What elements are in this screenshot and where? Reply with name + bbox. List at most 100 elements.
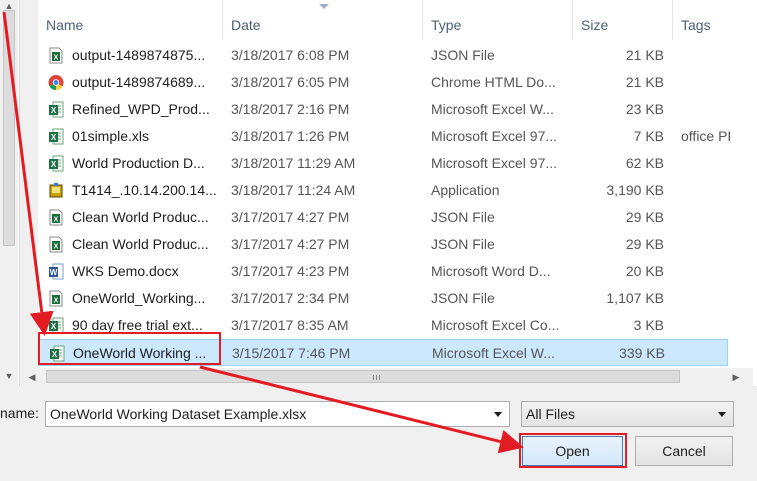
file-date-cell: 3/17/2017 4:23 PM xyxy=(231,263,350,279)
file-tags-cell: office PI xyxy=(681,128,731,144)
file-name-cell: T1414_.10.14.200.14... xyxy=(72,182,217,198)
svg-text:X: X xyxy=(51,160,57,169)
file-date-cell: 3/18/2017 6:05 PM xyxy=(231,74,350,90)
file-date-cell: 3/18/2017 11:24 AM xyxy=(231,182,356,198)
file-size-cell: 3,190 KB xyxy=(606,182,664,198)
chevron-down-icon[interactable] xyxy=(711,402,733,426)
file-row[interactable]: T1414_.10.14.200.14... 3/18/2017 11:24 AM… xyxy=(38,177,728,204)
json-file-icon: X xyxy=(49,236,63,253)
file-type-filter-select[interactable]: All Files xyxy=(521,401,734,427)
file-date-cell: 3/18/2017 1:26 PM xyxy=(231,128,350,144)
file-date-cell: 3/17/2017 4:27 PM xyxy=(231,209,350,225)
scroll-right-arrow-icon[interactable]: ▶ xyxy=(730,371,742,383)
file-size-cell: 7 KB xyxy=(633,128,664,144)
svg-text:X: X xyxy=(54,298,59,305)
file-type-cell: JSON File xyxy=(431,47,495,63)
excel-97-file-icon: X xyxy=(49,128,64,145)
file-name-cell: World Production D... xyxy=(72,155,205,171)
file-size-cell: 29 KB xyxy=(625,236,664,252)
file-list-header: Name Date Type Size Tags xyxy=(38,0,757,40)
svg-text:W: W xyxy=(50,268,58,277)
file-row[interactable]: X Clean World Produc... 3/17/2017 4:27 PM J… xyxy=(38,231,728,258)
json-file-icon: X xyxy=(49,290,63,307)
json-file-icon: X xyxy=(49,47,63,64)
svg-text:X: X xyxy=(51,133,57,142)
file-row[interactable]: X OneWorld_Working... 3/17/2017 2:34 PM JSO… xyxy=(38,285,728,312)
navigation-pane-scrollbar[interactable]: ▲ ▼ xyxy=(0,0,18,386)
file-date-cell: 3/17/2017 4:27 PM xyxy=(231,236,350,252)
file-type-filter-value: All Files xyxy=(526,406,576,422)
column-header-tags[interactable]: Tags xyxy=(673,0,757,40)
file-name-input[interactable]: OneWorld Working Dataset Example.xlsx xyxy=(45,401,510,427)
svg-text:X: X xyxy=(54,55,59,62)
file-type-cell: Chrome HTML Do... xyxy=(431,74,556,90)
file-type-cell: Microsoft Excel W... xyxy=(432,345,555,361)
file-type-cell: Microsoft Word D... xyxy=(431,263,551,279)
file-size-cell: 29 KB xyxy=(625,209,664,225)
file-size-cell: 62 KB xyxy=(625,155,664,171)
word-file-icon: W xyxy=(49,263,64,280)
file-name-cell: WKS Demo.docx xyxy=(72,263,179,279)
file-size-cell: 21 KB xyxy=(625,74,664,90)
file-name-cell: Clean World Produc... xyxy=(72,236,209,252)
selected-file-highlight-box xyxy=(38,332,221,365)
file-row[interactable]: X World Production D... 3/18/2017 11:29 AM… xyxy=(38,150,728,177)
file-name-cell: Clean World Produc... xyxy=(72,209,209,225)
file-name-cell: Refined_WPD_Prod... xyxy=(72,101,210,117)
file-row[interactable]: X 01simple.xls 3/18/2017 1:26 PM Microsoft … xyxy=(38,123,731,150)
file-name-value: OneWorld Working Dataset Example.xlsx xyxy=(50,406,307,422)
file-row[interactable]: X Refined_WPD_Prod... 3/18/2017 2:16 PM Mic… xyxy=(38,96,728,123)
file-row[interactable]: X Clean World Produc... 3/17/2017 4:27 PM J… xyxy=(38,204,728,231)
file-date-cell: 3/17/2017 2:34 PM xyxy=(231,290,350,306)
file-row[interactable]: Xoutput-1489874875... 3/18/2017 6:08 PM JS… xyxy=(38,42,728,69)
column-header-size[interactable]: Size xyxy=(573,0,673,40)
file-date-cell: 3/18/2017 6:08 PM xyxy=(231,47,350,63)
json-file-icon: X xyxy=(49,209,63,226)
svg-text:X: X xyxy=(51,322,57,331)
file-size-cell: 20 KB xyxy=(625,263,664,279)
file-rows: Xoutput-1489874875... 3/18/2017 6:08 PM JS… xyxy=(38,42,731,366)
file-size-cell: 3 KB xyxy=(633,317,664,333)
file-list: Name Date Type Size Tags Xoutput-1489874… xyxy=(38,0,757,386)
excel-file-icon: X xyxy=(49,101,64,118)
file-row[interactable]: W WKS Demo.docx 3/17/2017 4:23 PM Microsoft… xyxy=(38,258,728,285)
file-type-cell: JSON File xyxy=(431,290,495,306)
file-name-cell: OneWorld_Working... xyxy=(72,290,206,306)
file-date-cell: 3/18/2017 11:29 AM xyxy=(231,155,356,171)
navigation-pane: ▲ ▼ xyxy=(0,0,20,386)
file-type-cell: Application xyxy=(431,182,500,198)
file-size-cell: 339 KB xyxy=(619,345,665,361)
file-date-cell: 3/17/2017 8:35 AM xyxy=(231,317,349,333)
svg-text:X: X xyxy=(54,217,59,224)
scroll-down-arrow-icon[interactable]: ▼ xyxy=(3,370,15,382)
open-button-highlight-box xyxy=(519,433,627,468)
sort-descending-icon xyxy=(319,4,329,9)
file-type-cell: JSON File xyxy=(431,236,495,252)
chrome-html-icon xyxy=(48,75,64,90)
excel-97-file-icon: X xyxy=(49,155,64,172)
svg-text:X: X xyxy=(51,106,57,115)
cancel-button[interactable]: Cancel xyxy=(635,436,733,466)
file-name-cell: output-1489874689... xyxy=(72,74,206,90)
chevron-down-icon[interactable] xyxy=(487,402,509,426)
file-type-cell: JSON File xyxy=(431,209,495,225)
file-row[interactable]: output-1489874689... 3/18/2017 6:05 PM Chr… xyxy=(38,69,728,96)
column-header-name[interactable]: Name xyxy=(38,0,223,40)
scroll-left-arrow-icon[interactable]: ◀ xyxy=(26,371,38,383)
svg-text:X: X xyxy=(54,244,59,251)
file-name-label: name: xyxy=(0,405,39,421)
file-type-cell: Microsoft Excel W... xyxy=(431,101,554,117)
application-icon xyxy=(49,183,63,198)
file-name-cell: output-1489874875... xyxy=(72,47,206,63)
navigation-scroll-thumb[interactable] xyxy=(3,10,15,246)
file-size-cell: 1,107 KB xyxy=(606,290,664,306)
file-name-cell: 01simple.xls xyxy=(72,128,150,144)
file-size-cell: 23 KB xyxy=(625,101,664,117)
file-date-cell: 3/15/2017 7:46 PM xyxy=(232,345,351,361)
file-type-cell: Microsoft Excel Co... xyxy=(431,317,560,333)
file-date-cell: 3/18/2017 2:16 PM xyxy=(231,101,350,117)
file-type-cell: Microsoft Excel 97... xyxy=(431,128,558,144)
horizontal-scroll-thumb[interactable] xyxy=(46,370,680,383)
column-header-type[interactable]: Type xyxy=(423,0,573,40)
file-list-horizontal-scrollbar[interactable]: ◀ ▶ xyxy=(20,368,753,386)
